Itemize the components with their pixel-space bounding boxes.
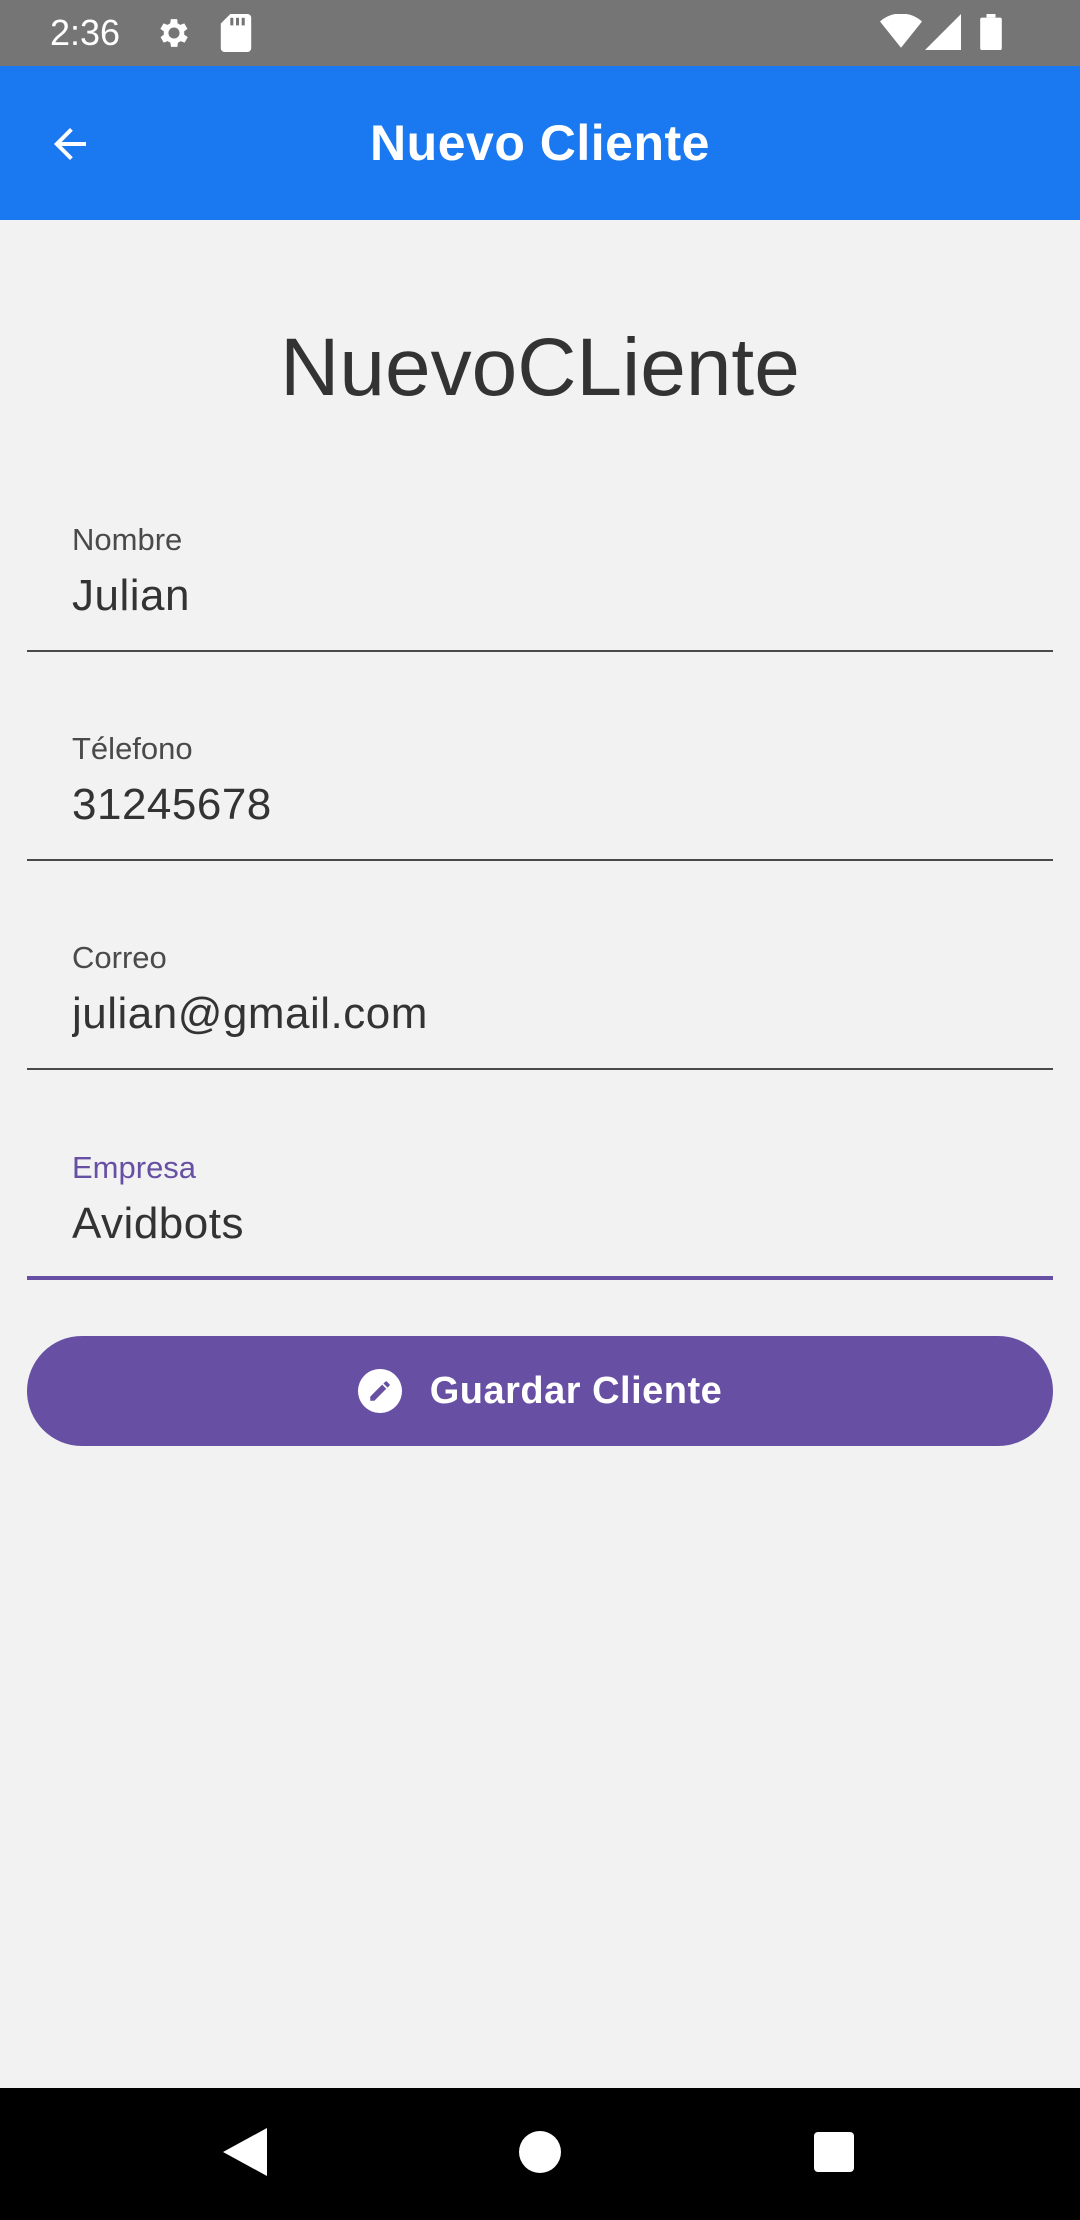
back-triangle-icon [223,2127,267,2181]
nav-back-button[interactable] [209,2118,281,2190]
save-client-button[interactable]: Guardar Cliente [27,1336,1053,1446]
email-field-label: Correo [72,940,167,975]
status-time: 2:36 [50,12,121,53]
app-bar-title: Nuevo Cliente [370,115,710,171]
battery-icon [980,14,1002,55]
email-field: Correo [27,938,1053,1070]
name-input[interactable] [72,566,1032,626]
save-client-label: Guardar Cliente [429,1369,723,1412]
nav-home-button[interactable] [504,2118,576,2190]
edit-pencil-icon [357,1369,402,1413]
sd-card-icon [220,14,252,57]
status-bar: 2:36 [0,0,1080,66]
company-input[interactable] [72,1194,1032,1254]
system-nav-bar [0,2088,1080,2220]
arrow-back-icon [46,120,94,173]
email-input[interactable] [72,984,1032,1044]
gear-icon [155,14,193,57]
signal-icon [925,14,961,55]
company-field: Empresa [27,1148,1053,1280]
page-title: NuevoCLiente [280,322,800,413]
wifi-icon [880,13,922,55]
app-bar: Nuevo Cliente [0,66,1080,220]
home-circle-icon [519,2130,561,2178]
phone-field-label: Télefono [72,731,193,766]
name-field-label: Nombre [72,522,183,557]
back-button[interactable] [30,106,110,186]
nav-recents-button[interactable] [798,2118,870,2190]
phone-field: Télefono [27,729,1053,861]
phone-input[interactable] [72,775,1032,835]
recents-square-icon [814,2131,854,2177]
name-field: Nombre [27,520,1053,652]
company-field-label: Empresa [72,1150,197,1185]
